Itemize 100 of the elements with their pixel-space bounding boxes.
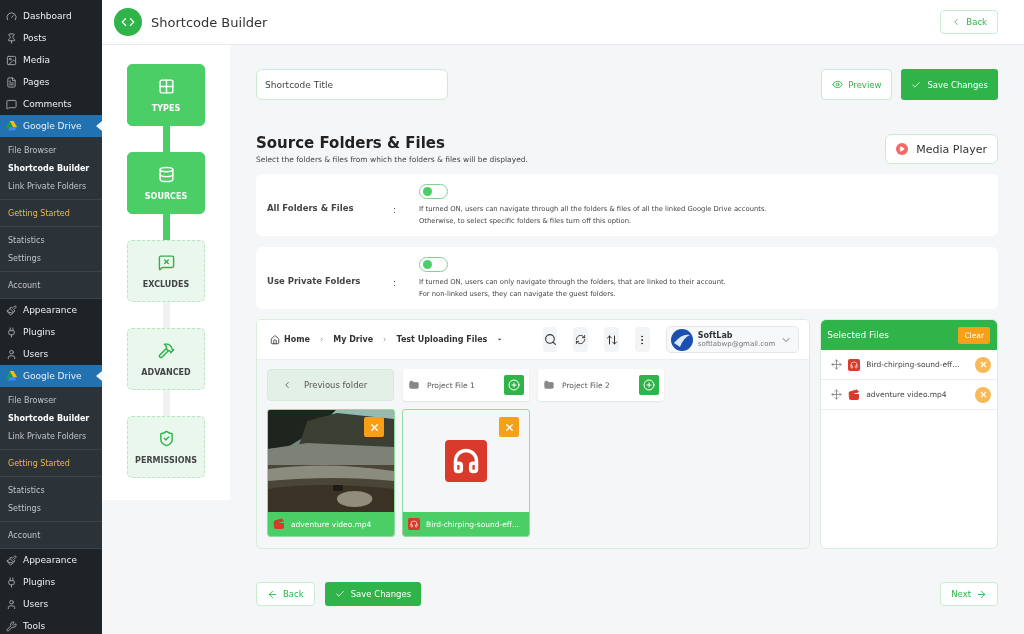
submenu-item[interactable]: Link Private Folders	[0, 427, 102, 445]
menu-item[interactable]: Pages	[0, 71, 102, 93]
submenu-item[interactable]: Settings	[0, 249, 102, 267]
refresh-icon	[575, 334, 587, 345]
media-player-button[interactable]: Media Player	[885, 134, 998, 164]
menu-item[interactable]: Appearance	[0, 549, 102, 571]
plus-icon	[508, 379, 520, 391]
menu-item[interactable]: Users	[0, 343, 102, 365]
submenu-item[interactable]: Statistics	[0, 481, 102, 499]
clapperboard-icon	[273, 518, 285, 530]
option-label: Use Private Folders	[267, 276, 362, 286]
section-title: Source Folders & Files	[256, 134, 446, 152]
page-title: Shortcode Builder	[151, 14, 269, 30]
menu-icon	[6, 348, 17, 360]
step-icon	[157, 253, 175, 271]
menu-item[interactable]: Media	[0, 49, 102, 71]
add-button[interactable]	[639, 375, 659, 395]
menu-icon	[6, 326, 17, 338]
menu-item[interactable]: Appearance	[0, 299, 102, 321]
menu-icon	[6, 620, 17, 632]
eye-icon	[832, 79, 844, 90]
submenu-item[interactable]: Shortcode Builder	[0, 159, 102, 177]
step-label: TYPES	[151, 103, 181, 113]
menu-icon	[6, 576, 17, 588]
remove-button[interactable]	[975, 386, 991, 403]
step-label: SOURCES	[144, 191, 188, 201]
menu-item[interactable]: Dashboard	[0, 5, 102, 27]
drag-handle-icon[interactable]	[831, 389, 843, 400]
drag-handle-icon[interactable]	[831, 359, 843, 370]
previous-folder-button[interactable]: Previous folder	[267, 369, 394, 401]
drive-icon	[6, 121, 17, 131]
submenu-item[interactable]: File Browser	[0, 391, 102, 409]
step-label: PERMISSIONS	[135, 455, 197, 465]
more-button[interactable]	[635, 327, 650, 352]
menu-item[interactable]: Google Drive	[0, 365, 102, 387]
menu-item[interactable]: Comments	[0, 93, 102, 115]
step-icon	[157, 341, 175, 359]
menu-icon	[6, 54, 17, 66]
logo-icon	[114, 8, 142, 36]
caret-icon[interactable]	[497, 335, 503, 344]
menu-icon	[6, 598, 17, 610]
arrow-left-icon	[267, 588, 278, 600]
folder-icon	[409, 380, 419, 390]
submenu-item[interactable]: Account	[0, 526, 102, 544]
step-card[interactable]: ADVANCED	[127, 328, 205, 390]
close-icon	[978, 390, 988, 399]
add-button[interactable]	[504, 375, 524, 395]
menu-icon	[6, 32, 17, 44]
clapperboard-icon	[848, 388, 861, 401]
menu-item[interactable]: Plugins	[0, 321, 102, 343]
menu-icon	[6, 98, 17, 110]
step-icon	[157, 77, 175, 95]
submenu-item[interactable]: Link Private Folders	[0, 177, 102, 195]
submenu-item[interactable]: Account	[0, 276, 102, 294]
check-icon	[911, 79, 922, 90]
remove-button[interactable]	[975, 356, 991, 373]
avatar-icon	[670, 328, 693, 351]
close-icon	[978, 360, 988, 369]
refresh-button[interactable]	[573, 327, 589, 352]
close-icon	[503, 421, 515, 433]
menu-icon	[6, 554, 17, 566]
breadcrumb[interactable]: My Drive	[333, 335, 374, 344]
menu-item[interactable]: Google Drive	[0, 115, 102, 137]
step-label: ADVANCED	[141, 367, 191, 377]
menu-item[interactable]: Users	[0, 593, 102, 615]
submenu-item[interactable]: Getting Started	[0, 204, 102, 222]
sort-icon	[605, 333, 618, 346]
submenu-item[interactable]: Statistics	[0, 231, 102, 249]
arrow-right-icon	[976, 588, 987, 600]
submenu-item[interactable]: Getting Started	[0, 454, 102, 472]
colon: :	[393, 205, 397, 215]
toggle-switch[interactable]	[419, 183, 448, 199]
remove-button[interactable]	[364, 417, 384, 437]
headphones-glyph	[452, 447, 480, 475]
search-button[interactable]	[542, 327, 558, 352]
close-icon	[368, 421, 380, 433]
step-card[interactable]: EXCLUDES	[127, 240, 205, 302]
menu-item[interactable]: Posts	[0, 27, 102, 49]
menu-item[interactable]: Plugins	[0, 571, 102, 593]
step-icon	[157, 165, 175, 183]
account-name: SoftLab	[697, 331, 734, 340]
menu-item[interactable]: Tools	[0, 615, 102, 634]
step-label: EXCLUDES	[142, 279, 190, 289]
title-field[interactable]: Shortcode Title	[256, 69, 448, 100]
option-label: All Folders & Files	[267, 203, 355, 213]
colon: :	[393, 278, 397, 288]
step-card[interactable]: PERMISSIONS	[127, 416, 205, 478]
sort-button[interactable]	[604, 327, 619, 352]
submenu-item[interactable]: File Browser	[0, 141, 102, 159]
toggle-switch[interactable]	[419, 256, 448, 272]
home-icon	[270, 334, 280, 345]
submenu-item[interactable]: Shortcode Builder	[0, 409, 102, 427]
chevron-icon	[318, 335, 325, 344]
search-icon	[543, 333, 557, 346]
remove-button[interactable]	[499, 417, 519, 437]
breadcrumb[interactable]: Test Uploading Files	[396, 335, 488, 344]
panel-title: Selected Files	[827, 330, 889, 340]
breadcrumb[interactable]: Home	[270, 334, 310, 345]
check-icon	[334, 589, 345, 599]
submenu-item[interactable]: Settings	[0, 499, 102, 517]
